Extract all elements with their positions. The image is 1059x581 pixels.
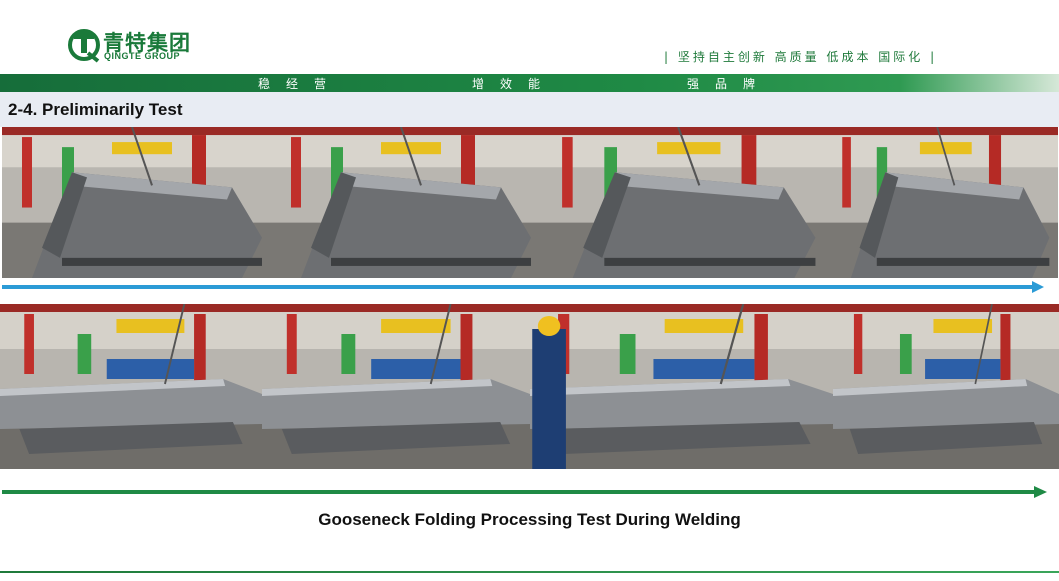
timeline-arrow-blue-icon	[2, 281, 1044, 293]
welding-test-photo-4	[825, 127, 1058, 278]
bar-word-1: 稳经营	[258, 77, 343, 91]
welding-test-photo-6	[262, 304, 530, 469]
welding-test-photo-8	[833, 304, 1059, 469]
green-header-bar: 稳经营 增效能 强品牌	[0, 74, 1059, 92]
photo-caption: Gooseneck Folding Processing Test During…	[318, 510, 741, 529]
bar-word-2: 增效能	[472, 77, 557, 91]
timeline-arrow-green-icon	[2, 486, 1047, 498]
welding-test-photo-7	[530, 304, 833, 469]
welding-test-photo-5	[0, 304, 262, 469]
section-title: 2-4. Preliminarily Test	[8, 100, 183, 119]
bar-word-3: 强品牌	[687, 77, 772, 91]
welding-test-photo-2	[271, 127, 541, 278]
welding-test-photo-1	[2, 127, 272, 278]
welding-test-photo-3	[541, 127, 826, 278]
company-slogan: | 坚持自主创新 高质量 低成本 国际化 |	[664, 50, 938, 64]
logo-english-text: QINGTE GROUP	[104, 51, 181, 61]
bottom-divider	[0, 571, 1059, 573]
